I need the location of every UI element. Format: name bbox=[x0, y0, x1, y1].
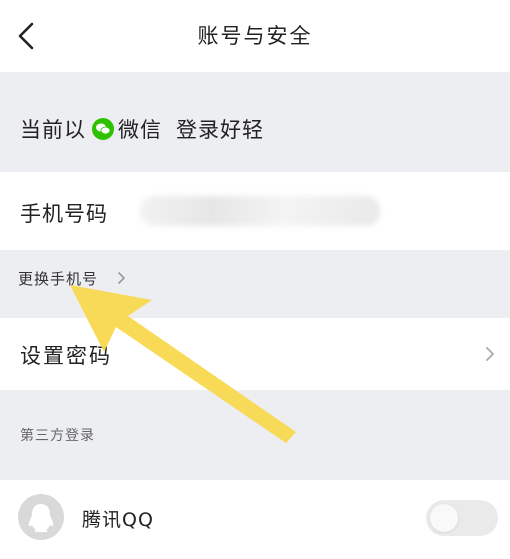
current-login-line: 当前以 微信 登录好轻 bbox=[20, 114, 264, 144]
chevron-right-icon bbox=[486, 347, 494, 361]
qq-icon bbox=[18, 494, 64, 540]
login-prefix: 当前以 bbox=[20, 118, 86, 142]
page-title: 账号与安全 bbox=[197, 24, 313, 48]
chevron-right-icon bbox=[118, 272, 125, 284]
third-party-section: 第三方登录 bbox=[0, 390, 510, 480]
third-party-label: 第三方登录 bbox=[20, 428, 95, 444]
login-nickname: 登录好轻 bbox=[176, 118, 264, 142]
app-header: 账号与安全 bbox=[0, 0, 510, 72]
change-phone-row[interactable]: 更换手机号 bbox=[0, 250, 510, 318]
toggle-knob bbox=[430, 504, 458, 532]
set-password-row[interactable]: 设置密码 bbox=[0, 318, 510, 390]
qq-toggle[interactable] bbox=[426, 500, 498, 536]
phone-number-blurred bbox=[140, 196, 380, 226]
set-password-label: 设置密码 bbox=[20, 344, 112, 368]
change-phone-label: 更换手机号 bbox=[18, 270, 99, 288]
wechat-icon bbox=[92, 118, 114, 140]
third-party-item-qq: 腾讯QQ bbox=[0, 480, 510, 559]
current-login-section: 当前以 微信 登录好轻 bbox=[0, 72, 510, 172]
login-method: 微信 bbox=[118, 118, 162, 142]
phone-label: 手机号码 bbox=[20, 202, 108, 226]
phone-row: 手机号码 bbox=[0, 172, 510, 250]
qq-label: 腾讯QQ bbox=[82, 509, 154, 531]
